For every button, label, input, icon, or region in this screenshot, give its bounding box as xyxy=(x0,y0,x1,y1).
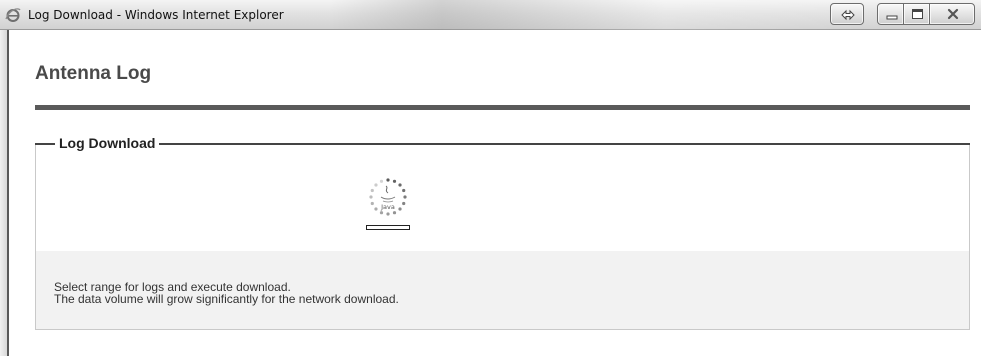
spinner-dot xyxy=(379,211,384,215)
page-title: Antenna Log xyxy=(35,63,152,84)
spinner-dot xyxy=(386,212,390,216)
internet-explorer-icon[interactable] xyxy=(5,7,21,23)
minimize-icon xyxy=(886,15,898,20)
window-title: Log Download - Windows Internet Explorer xyxy=(28,8,284,22)
maximize-button[interactable] xyxy=(903,3,930,25)
spinner-dot xyxy=(398,183,402,187)
spinner-dot xyxy=(402,188,406,193)
spinner-dot xyxy=(386,178,390,182)
spinner-dot xyxy=(379,179,384,183)
spinner-dot xyxy=(392,179,397,183)
browser-window: Log Download - Windows Internet Explorer… xyxy=(0,0,981,356)
spinner-dot xyxy=(369,195,373,199)
title-bar[interactable]: Log Download - Windows Internet Explorer xyxy=(0,0,981,30)
java-loading-icon: Java xyxy=(366,178,410,230)
spinner-dot xyxy=(370,201,374,206)
window-frame-left xyxy=(7,30,9,356)
spinner-dot xyxy=(370,188,374,193)
info-text-line-2: The data volume will grow significantly … xyxy=(54,292,399,306)
window-frame-edge xyxy=(0,30,7,356)
restore-button[interactable] xyxy=(830,3,864,25)
spinner-dot xyxy=(403,195,407,199)
title-divider xyxy=(35,105,970,110)
spinner-dot xyxy=(392,211,397,215)
fieldset-legend: Log Download xyxy=(55,135,160,151)
loading-progress-bar xyxy=(366,225,410,230)
spinner-dot xyxy=(402,201,406,206)
double-arrow-icon xyxy=(841,9,855,21)
spinner-dot xyxy=(374,183,378,187)
close-button[interactable] xyxy=(929,3,975,25)
close-icon xyxy=(947,8,959,20)
minimize-button[interactable] xyxy=(877,3,904,25)
maximize-icon xyxy=(912,9,923,19)
fieldset-top-border xyxy=(35,143,970,145)
title-bar-glow xyxy=(330,0,890,30)
spinner-dot xyxy=(398,207,402,211)
java-label: Java xyxy=(380,203,395,211)
spinner-dot xyxy=(374,207,378,211)
